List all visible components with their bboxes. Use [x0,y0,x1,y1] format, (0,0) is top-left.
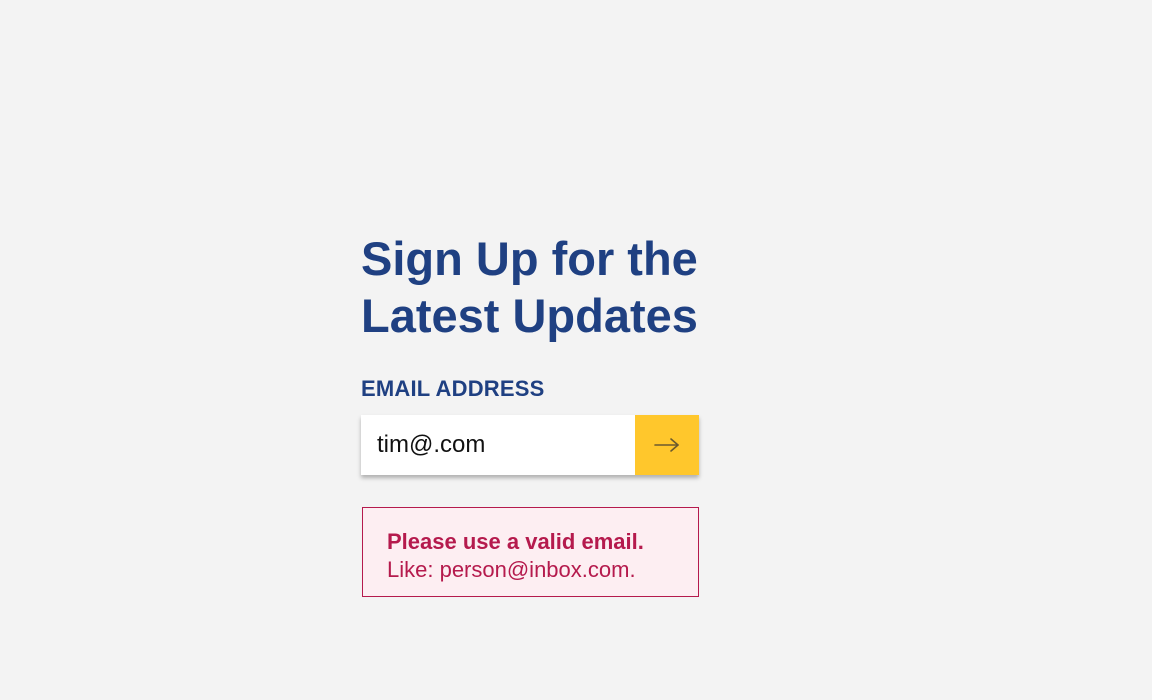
error-message: Please use a valid email. Like: person@i… [362,507,699,597]
signup-form: Sign Up for the Latest Updates EMAIL ADD… [361,230,699,597]
title-line-2: Latest Updates [361,289,698,342]
page-title: Sign Up for the Latest Updates [361,230,699,344]
title-line-1: Sign Up for the [361,232,698,285]
email-input[interactable] [361,415,635,475]
error-title: Please use a valid email. [387,529,644,554]
error-hint: Like: person@inbox.com. [387,557,636,582]
email-label: EMAIL ADDRESS [361,376,545,401]
submit-button[interactable] [635,415,699,475]
arrow-right-icon [654,438,679,452]
email-field-row [361,415,699,475]
